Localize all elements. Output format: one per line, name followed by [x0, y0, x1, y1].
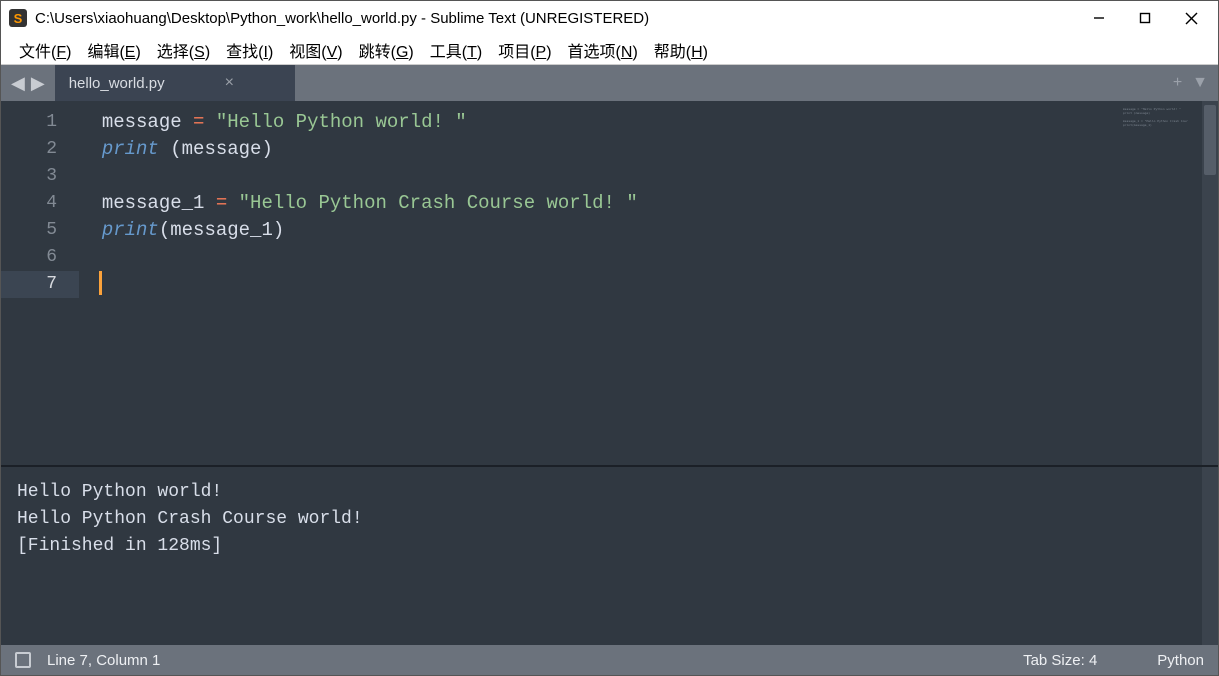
app-icon: S — [9, 9, 27, 27]
status-cursor-position[interactable]: Line 7, Column 1 — [47, 652, 160, 669]
titlebar[interactable]: S C:\Users\xiaohuang\Desktop\Python_work… — [1, 1, 1218, 35]
menu-tools[interactable]: 工具(T) — [426, 36, 486, 64]
token-punc: ) — [261, 138, 272, 160]
menubar: 文件(F) 编辑(E) 选择(S) 查找(I) 视图(V) 跳转(G) 工具(T… — [1, 35, 1218, 65]
console-scrollbar[interactable] — [1202, 467, 1218, 645]
tab-dropdown-icon[interactable]: ▼ — [1192, 74, 1208, 92]
token-punc: ( — [159, 219, 170, 241]
console-line: Hello Python world! — [17, 479, 1202, 506]
close-button[interactable] — [1168, 3, 1214, 33]
menu-file[interactable]: 文件(F) — [15, 36, 75, 64]
token-var: message — [102, 111, 182, 133]
code-line[interactable]: message = "Hello Python world! " — [79, 109, 1082, 136]
status-tab-size[interactable]: Tab Size: 4 — [1023, 652, 1097, 669]
window-title: C:\Users\xiaohuang\Desktop\Python_work\h… — [35, 10, 1076, 27]
tab-active[interactable]: hello_world.py × — [55, 65, 295, 101]
menu-goto[interactable]: 跳转(G) — [355, 36, 418, 64]
tab-prev-icon[interactable]: ◀ — [9, 73, 27, 94]
token-punc: ) — [273, 219, 284, 241]
code-line[interactable] — [79, 163, 1082, 190]
output-panel[interactable]: Hello Python world!Hello Python Crash Co… — [1, 465, 1218, 645]
editor-scrollbar[interactable] — [1202, 101, 1218, 465]
token-str: "Hello Python Crash Course world! " — [239, 192, 638, 214]
code-line[interactable] — [79, 244, 1082, 271]
line-number[interactable]: 4 — [1, 190, 79, 217]
tabbar-spacer — [295, 65, 1163, 101]
app-window: S C:\Users\xiaohuang\Desktop\Python_work… — [0, 0, 1219, 676]
menu-project[interactable]: 项目(P) — [494, 36, 555, 64]
tab-label: hello_world.py — [69, 75, 165, 92]
code-editor[interactable]: message = "Hello Python world! " print (… — [79, 101, 1082, 465]
text-cursor — [99, 271, 102, 295]
menu-preferences[interactable]: 首选项(N) — [564, 36, 642, 64]
tab-next-icon[interactable]: ▶ — [29, 73, 47, 94]
minimap-content: message = "Hello Python world! " print (… — [1123, 107, 1188, 127]
token-var: message_1 — [170, 219, 273, 241]
token-func: print — [102, 219, 159, 241]
minimize-button[interactable] — [1076, 3, 1122, 33]
console-line: Hello Python Crash Course world! — [17, 506, 1202, 533]
maximize-button[interactable] — [1122, 3, 1168, 33]
minimap[interactable]: message = "Hello Python world! " print (… — [1082, 101, 1202, 465]
token-op: = — [216, 192, 227, 214]
tab-nav: ◀ ▶ — [1, 65, 55, 101]
line-number[interactable]: 1 — [1, 109, 79, 136]
menu-edit[interactable]: 编辑(E) — [83, 36, 144, 64]
code-line[interactable] — [79, 271, 1082, 298]
new-tab-icon[interactable]: + — [1173, 74, 1182, 92]
line-number[interactable]: 6 — [1, 244, 79, 271]
tabbar-right: + ▼ — [1163, 65, 1218, 101]
token-punc: ( — [170, 138, 181, 160]
window-controls — [1076, 3, 1214, 33]
tab-close-icon[interactable]: × — [225, 74, 234, 92]
line-number[interactable]: 7 — [1, 271, 79, 298]
status-bar: Line 7, Column 1 Tab Size: 4 Python — [1, 645, 1218, 675]
menu-select[interactable]: 选择(S) — [153, 36, 214, 64]
line-number[interactable]: 5 — [1, 217, 79, 244]
status-syntax[interactable]: Python — [1157, 652, 1204, 669]
menu-find[interactable]: 查找(I) — [222, 36, 277, 64]
menu-view[interactable]: 视图(V) — [285, 36, 346, 64]
scrollbar-thumb[interactable] — [1204, 105, 1216, 175]
code-line[interactable]: print (message) — [79, 136, 1082, 163]
token-var: message — [182, 138, 262, 160]
token-var: message_1 — [102, 192, 205, 214]
editor-area: 1234567 message = "Hello Python world! "… — [1, 101, 1218, 465]
token-str: "Hello Python world! " — [216, 111, 467, 133]
console-line: [Finished in 128ms] — [17, 533, 1202, 560]
code-line[interactable]: message_1 = "Hello Python Crash Course w… — [79, 190, 1082, 217]
line-number[interactable]: 3 — [1, 163, 79, 190]
token-func: print — [102, 138, 159, 160]
panel-toggle-icon[interactable] — [15, 652, 31, 668]
line-number[interactable]: 2 — [1, 136, 79, 163]
line-gutter[interactable]: 1234567 — [1, 101, 79, 465]
tab-bar: ◀ ▶ hello_world.py × + ▼ — [1, 65, 1218, 101]
code-line[interactable]: print(message_1) — [79, 217, 1082, 244]
menu-help[interactable]: 帮助(H) — [650, 36, 712, 64]
token-op: = — [193, 111, 204, 133]
